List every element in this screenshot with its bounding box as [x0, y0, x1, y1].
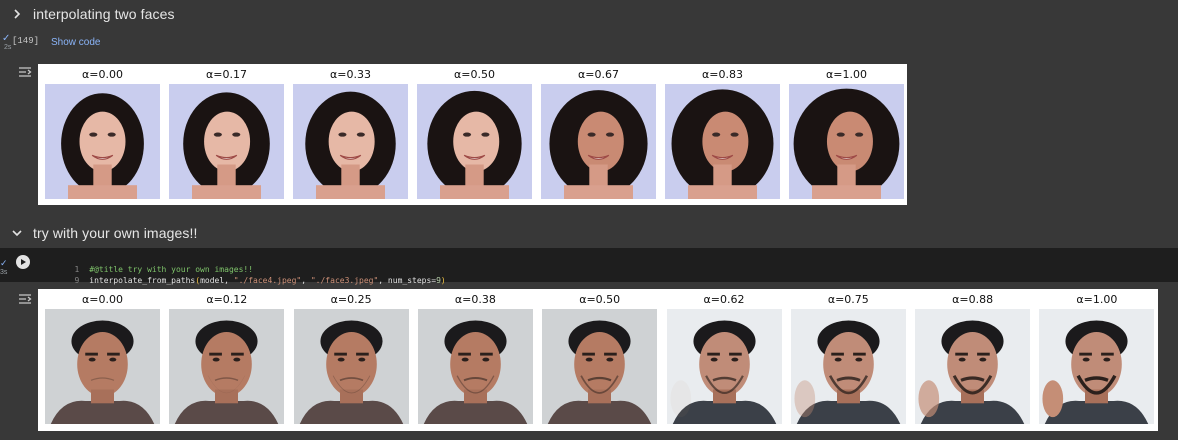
face-image	[666, 309, 782, 424]
alpha-label: α=0.33	[330, 68, 371, 81]
alpha-label: α=0.38	[454, 293, 496, 306]
alpha-label: α=0.00	[82, 68, 123, 81]
alpha-label: α=0.67	[578, 68, 619, 81]
section-title: interpolating two faces	[33, 6, 175, 22]
output-figure-interpolating: α=0.00 α=0.17 α=0.33 α=0.50 α=0.67 α=0.83 α=1.…	[38, 64, 907, 205]
face-image	[790, 309, 906, 424]
face-frame: α=0.50	[417, 64, 532, 199]
face-image	[1039, 309, 1155, 424]
face-image	[915, 309, 1031, 424]
alpha-label: α=0.50	[454, 68, 495, 81]
code-sep: ,	[301, 276, 311, 285]
alpha-label: α=0.75	[827, 293, 869, 306]
face-image	[293, 84, 408, 199]
face-frame: α=0.67	[541, 64, 656, 199]
alpha-label: α=0.00	[82, 293, 123, 306]
output-toggle-icon[interactable]	[18, 65, 32, 77]
face-image	[169, 309, 285, 424]
face-image	[45, 309, 160, 424]
code-arg: , num_steps=	[378, 276, 437, 285]
run-cell-button[interactable]	[16, 255, 30, 269]
section-header-try-own: try with your own images!!	[0, 220, 1178, 246]
alpha-label: α=0.88	[952, 293, 994, 306]
play-icon	[21, 259, 26, 265]
code-arg: model,	[200, 276, 234, 285]
face-image	[293, 309, 409, 424]
section-title: try with your own images!!	[33, 225, 198, 241]
alpha-label: α=0.17	[206, 68, 247, 81]
face-image	[542, 309, 658, 424]
code-string: "./face4.jpeg"	[233, 276, 302, 285]
face-image	[789, 84, 904, 199]
face-frame: α=0.88	[915, 289, 1031, 424]
face-image	[417, 309, 533, 424]
face-frame: α=1.00	[789, 64, 904, 199]
show-code-link[interactable]: Show code	[51, 37, 100, 48]
code-paren: )	[440, 276, 446, 285]
face-image	[45, 84, 160, 199]
output-figure-own-images: α=0.00 α=0.12 α=0.25 α=0.38 α=0.50 α=0.62 α=0.…	[38, 289, 1158, 431]
face-frame: α=0.38	[417, 289, 533, 424]
alpha-label: α=0.25	[330, 293, 372, 306]
alpha-label: α=0.83	[702, 68, 743, 81]
face-image	[665, 84, 780, 199]
face-frame: α=0.62	[666, 289, 782, 424]
output-toggle-icon[interactable]	[18, 292, 32, 304]
face-image	[541, 84, 656, 199]
chevron-right-icon[interactable]	[10, 7, 24, 21]
face-image	[169, 84, 284, 199]
code-cell[interactable]: 1 #@title try with your own images!! 9 int…	[0, 248, 1178, 285]
chevron-down-icon[interactable]	[10, 226, 24, 240]
face-image	[417, 84, 532, 199]
code-function: interpolate_from_paths	[89, 276, 196, 285]
face-frame: α=0.00	[45, 289, 160, 424]
alpha-label: α=1.00	[1076, 293, 1118, 306]
alpha-label: α=0.62	[703, 293, 745, 306]
face-frame: α=0.12	[169, 289, 285, 424]
face-frame: α=0.83	[665, 64, 780, 199]
face-frame: α=1.00	[1039, 289, 1155, 424]
line-number: 9	[74, 276, 80, 285]
alpha-label: α=0.50	[579, 293, 621, 306]
face-frame: α=0.00	[45, 64, 160, 199]
face-frame: α=0.33	[293, 64, 408, 199]
code-string: "./face3.jpeg"	[310, 276, 379, 285]
face-frame: α=0.75	[790, 289, 906, 424]
alpha-label: α=0.12	[206, 293, 248, 306]
face-frame: α=0.17	[169, 64, 284, 199]
alpha-label: α=1.00	[826, 68, 867, 81]
face-frame: α=0.50	[542, 289, 658, 424]
execution-time: ✓ 3s	[0, 258, 12, 276]
execution-count: [149]	[12, 36, 40, 46]
section-header-interpolating: interpolating two faces	[0, 1, 1178, 27]
check-icon: ✓	[0, 258, 8, 268]
face-frame: α=0.25	[293, 289, 409, 424]
